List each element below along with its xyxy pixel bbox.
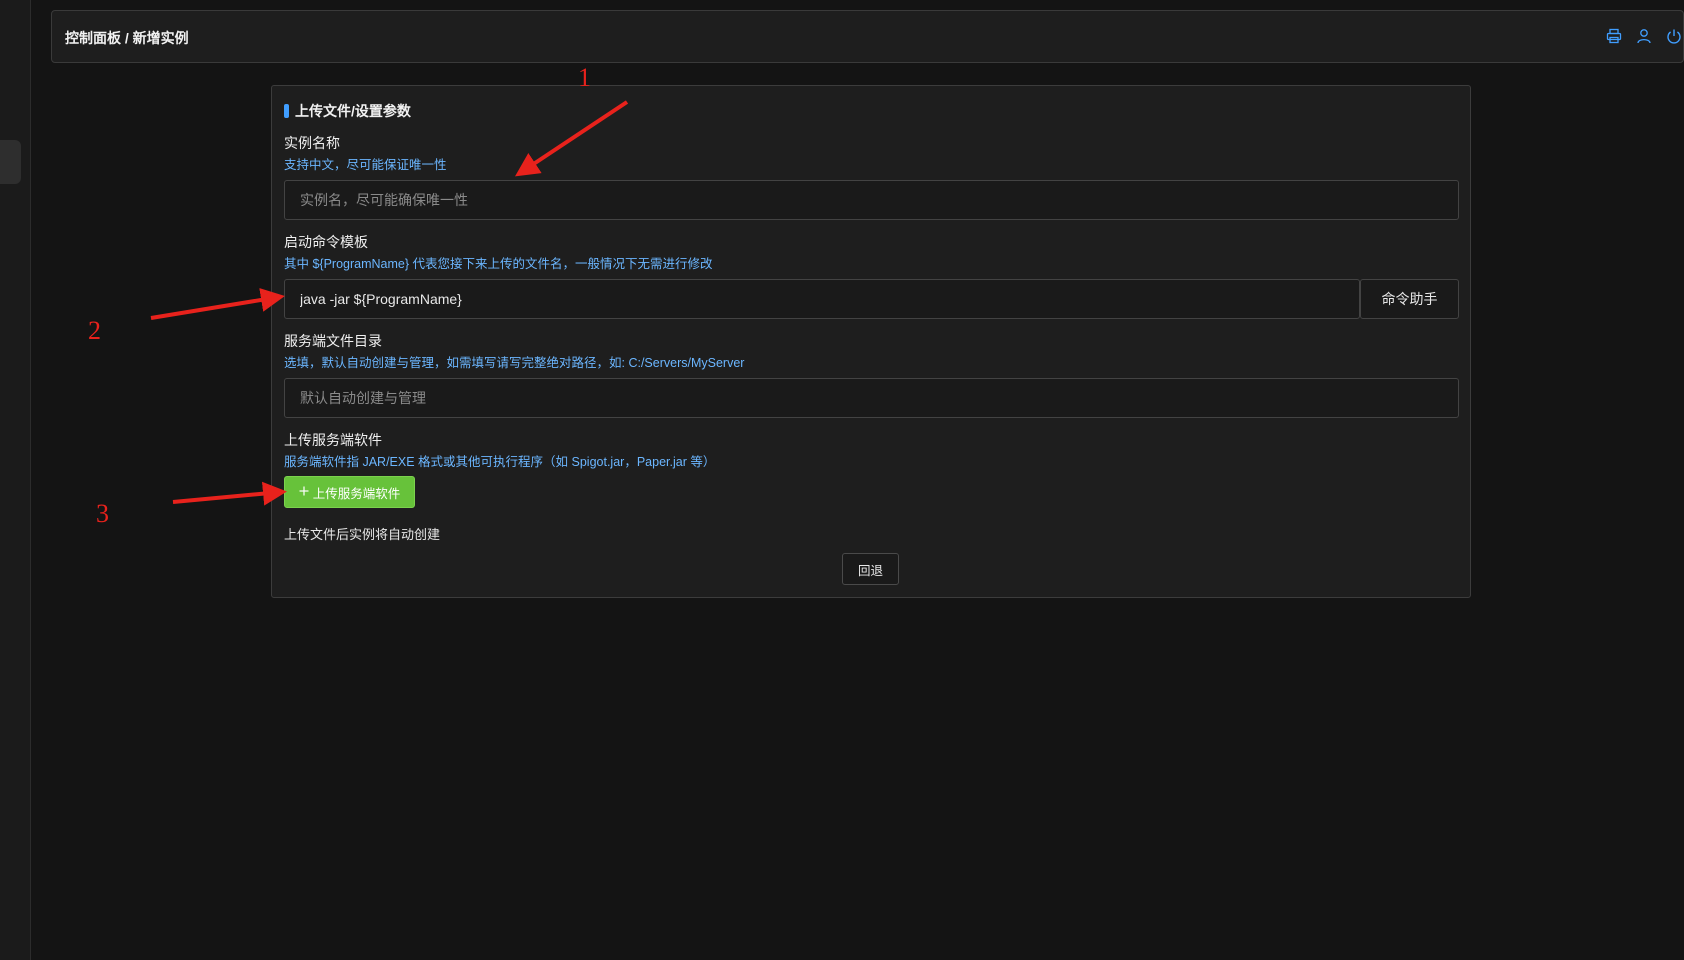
annotation-label-2: 2 [88, 316, 101, 345]
sidebar-toggle-handle[interactable] [0, 140, 21, 184]
server-dir-input[interactable] [284, 378, 1459, 418]
upload-button-label: 上传服务端软件 [312, 486, 401, 501]
back-button[interactable]: 回退 [842, 553, 899, 585]
start-command-label: 启动命令模板 [284, 234, 368, 250]
title-accent-bar [284, 104, 289, 118]
auto-create-note: 上传文件后实例将自动创建 [284, 527, 441, 542]
upload-label: 上传服务端软件 [284, 432, 382, 448]
power-icon[interactable] [1665, 27, 1683, 45]
upload-hint: 服务端软件指 JAR/EXE 格式或其他可执行程序（如 Spigot.jar，P… [284, 455, 716, 469]
server-dir-label: 服务端文件目录 [284, 333, 382, 349]
breadcrumb: 控制面板 / 新增实例 [65, 30, 189, 46]
upload-settings-card: 上传文件/设置参数 实例名称 支持中文，尽可能保证唯一性 启动命令模板 其中 $… [271, 85, 1471, 598]
plus-icon [299, 485, 309, 499]
header-icons [1605, 27, 1683, 45]
printer-icon[interactable] [1605, 27, 1623, 45]
server-dir-hint: 选填，默认自动创建与管理，如需填写请写完整绝对路径，如: C:/Servers/… [284, 356, 745, 370]
card-title: 上传文件/设置参数 [284, 101, 411, 121]
instance-name-label: 实例名称 [284, 135, 340, 151]
annotation-arrow-2 [150, 288, 285, 320]
sidebar [0, 0, 31, 960]
start-command-input[interactable] [284, 279, 1360, 319]
instance-name-hint: 支持中文，尽可能保证唯一性 [284, 158, 447, 172]
annotation-label-1: 1 [578, 63, 591, 92]
command-helper-button[interactable]: 命令助手 [1360, 279, 1459, 319]
annotation-label-3: 3 [96, 499, 109, 528]
start-command-hint: 其中 ${ProgramName} 代表您接下来上传的文件名，一般情况下无需进行… [284, 257, 713, 271]
upload-server-software-button[interactable]: 上传服务端软件 [284, 476, 415, 508]
annotation-arrow-3 [172, 481, 287, 506]
top-header: 控制面板 / 新增实例 [51, 10, 1684, 63]
instance-name-input[interactable] [284, 180, 1459, 220]
user-icon[interactable] [1635, 27, 1653, 45]
card-title-text: 上传文件/设置参数 [295, 103, 411, 119]
